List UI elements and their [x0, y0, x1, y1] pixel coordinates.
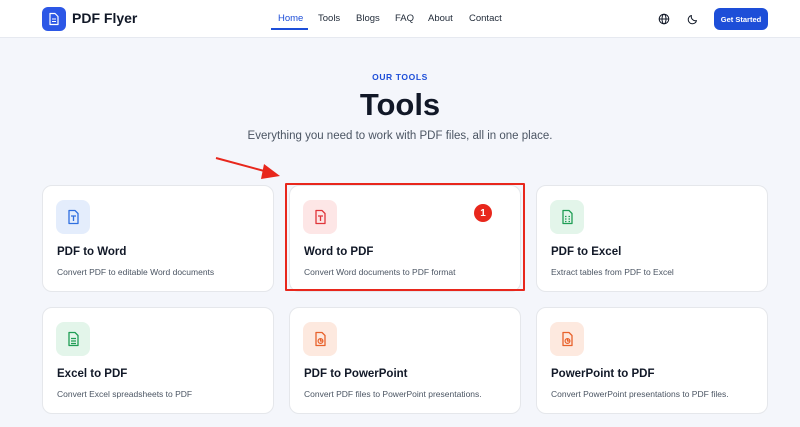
globe-icon[interactable]: [656, 11, 672, 27]
card-description: Convert PowerPoint presentations to PDF …: [551, 389, 729, 399]
section-eyebrow: OUR TOOLS: [372, 72, 428, 82]
card-title: PDF to Excel: [551, 246, 622, 258]
tool-card-powerpoint-to-pdf[interactable]: PowerPoint to PDF Convert PowerPoint pre…: [536, 307, 768, 414]
nav-about[interactable]: About: [428, 13, 453, 24]
card-description: Convert PDF to editable Word documents: [57, 267, 215, 277]
card-description: Extract tables from PDF to Excel: [551, 267, 674, 277]
tool-card-pdf-to-excel[interactable]: PDF to Excel Extract tables from PDF to …: [536, 185, 768, 292]
logo-icon[interactable]: [42, 7, 66, 31]
tool-card-pdf-to-word[interactable]: PDF to Word Convert PDF to editable Word…: [42, 185, 274, 292]
nav-tools[interactable]: Tools: [318, 13, 340, 24]
tool-card-excel-to-pdf[interactable]: Excel to PDF Convert Excel spreadsheets …: [42, 307, 274, 414]
get-started-button[interactable]: Get Started: [714, 8, 768, 30]
page-subtitle: Everything you need to work with PDF fil…: [247, 130, 553, 142]
brand-name[interactable]: PDF Flyer: [72, 10, 137, 26]
card-title: PDF to PowerPoint: [304, 368, 408, 380]
card-title: Excel to PDF: [57, 368, 128, 380]
annotation-step-badge: 1: [474, 204, 492, 222]
active-nav-indicator: [271, 28, 308, 30]
word-file-icon: [56, 200, 90, 234]
spreadsheet-file-icon: [550, 200, 584, 234]
card-description: Convert Excel spreadsheets to PDF: [57, 389, 193, 399]
card-description: Convert PDF files to PowerPoint presenta…: [304, 389, 482, 399]
card-title: PDF to Word: [57, 246, 127, 258]
annotation-highlight-box: [285, 183, 525, 291]
annotation-arrow: [215, 157, 280, 179]
page-title: Tools: [359, 87, 441, 122]
card-title: PowerPoint to PDF: [551, 368, 655, 380]
nav-faq[interactable]: FAQ: [395, 13, 414, 24]
moon-icon[interactable]: [685, 11, 701, 27]
presentation-file-icon: [303, 322, 337, 356]
nav-home[interactable]: Home: [278, 13, 303, 24]
document-file-icon: [56, 322, 90, 356]
tool-card-pdf-to-powerpoint[interactable]: PDF to PowerPoint Convert PDF files to P…: [289, 307, 521, 414]
presentation-file-icon: [550, 322, 584, 356]
top-navbar: PDF Flyer Home Tools Blogs FAQ About Con…: [0, 0, 800, 38]
nav-blogs[interactable]: Blogs: [356, 13, 380, 24]
nav-contact[interactable]: Contact: [469, 13, 502, 24]
